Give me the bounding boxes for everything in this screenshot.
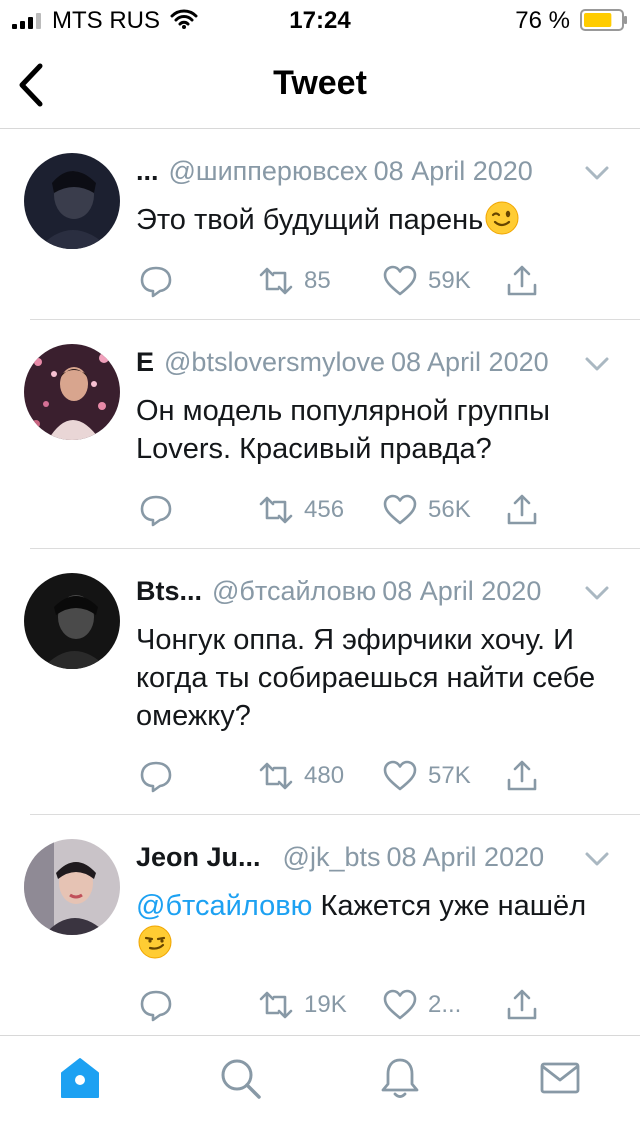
tweet-date: 08 April 2020 xyxy=(386,842,545,872)
share-button[interactable] xyxy=(504,261,540,301)
like-button[interactable]: 2... xyxy=(382,985,461,1025)
share-icon xyxy=(507,265,537,296)
user-handle[interactable]: @jk_bts xyxy=(283,842,381,872)
retweet-count: 85 xyxy=(304,267,331,294)
like-button[interactable]: 59K xyxy=(382,261,471,301)
like-count: 56K xyxy=(428,496,471,523)
heart-icon xyxy=(383,265,417,296)
status-bar: MTS RUS 17:24 76 % xyxy=(0,0,640,40)
tweet-header: Bts... @бтсайловю 08 April 2020 xyxy=(136,576,606,610)
retweet-button[interactable]: 480 xyxy=(258,756,344,796)
tweet-date: 08 April 2020 xyxy=(391,347,549,377)
tweet-text-body: Кажется уже нашёл xyxy=(320,890,587,922)
like-button[interactable]: 57K xyxy=(382,756,471,796)
tweet-actions: 456 56K xyxy=(136,490,556,530)
reply-icon xyxy=(140,495,172,527)
avatar[interactable] xyxy=(24,839,120,935)
reply-button[interactable] xyxy=(138,490,184,530)
tweet-text: Он модель популярной группы Lovers. Крас… xyxy=(136,395,550,465)
share-button[interactable] xyxy=(504,985,540,1025)
retweet-button[interactable]: 456 xyxy=(258,490,344,530)
retweet-icon xyxy=(259,991,293,1019)
winking-face-emoji-icon xyxy=(485,201,519,235)
smirking-face-emoji-icon xyxy=(138,925,172,959)
nav-header: Tweet xyxy=(0,40,640,129)
display-name[interactable]: E xyxy=(136,347,154,377)
tweet-item[interactable]: Bts... @бтсайловю 08 April 2020 Чонгук опп… xyxy=(0,549,640,815)
like-count: 57K xyxy=(428,762,471,789)
tweet-text-body: Это твой будущий парень xyxy=(136,204,484,236)
tweet-actions: 19K 2... xyxy=(136,985,556,1025)
share-icon xyxy=(507,494,537,525)
like-count: 59K xyxy=(428,267,471,294)
notifications-bell-icon[interactable] xyxy=(378,1056,422,1100)
tweet-header: E @btsloversmylove 08 April 2020 xyxy=(136,347,606,381)
tweet-actions: 85 59K xyxy=(136,261,556,301)
mention-link[interactable]: @бтсайловю xyxy=(136,890,312,922)
messages-envelope-icon[interactable] xyxy=(538,1056,582,1100)
heart-icon xyxy=(383,494,417,525)
home-icon[interactable] xyxy=(58,1056,102,1100)
tab-bar xyxy=(0,1035,640,1136)
heart-icon xyxy=(383,989,417,1020)
reply-icon xyxy=(140,761,172,793)
display-name[interactable]: Bts... xyxy=(136,576,202,606)
like-count: 2... xyxy=(428,991,462,1018)
tweet-date: 08 April 2020 xyxy=(373,156,533,186)
avatar[interactable] xyxy=(24,573,120,669)
reply-icon xyxy=(140,266,172,298)
display-name[interactable]: ... xyxy=(136,156,159,186)
avatar[interactable] xyxy=(24,153,120,249)
like-button[interactable]: 56K xyxy=(382,490,471,530)
retweet-button[interactable]: 85 xyxy=(258,261,331,301)
share-button[interactable] xyxy=(504,756,540,796)
chevron-down-icon[interactable] xyxy=(584,356,610,372)
tweet-text: @бтсайловю Кажется уже нашёл xyxy=(136,887,620,963)
battery-percent: 76 % xyxy=(515,7,570,34)
search-icon[interactable] xyxy=(218,1056,262,1100)
retweet-icon xyxy=(259,496,293,524)
chevron-down-icon[interactable] xyxy=(584,851,610,867)
retweet-button[interactable]: 19K xyxy=(258,985,347,1025)
share-icon xyxy=(507,989,537,1020)
share-button[interactable] xyxy=(504,490,540,530)
tweet-text: Чонгук оппа. Я эфирчики хочу. И когда ты… xyxy=(136,624,596,732)
tweet-header: ... @шипперювсех 08 April 2020 xyxy=(136,156,606,190)
retweet-count: 19K xyxy=(304,991,347,1018)
chevron-down-icon[interactable] xyxy=(584,165,610,181)
reply-button[interactable] xyxy=(138,756,184,796)
tweet-item[interactable]: Jeon Ju... @jk_bts 08 April 2020 @бтсайлов… xyxy=(0,815,640,1035)
battery-icon xyxy=(580,9,627,31)
tweet-header: Jeon Ju... @jk_bts 08 April 2020 xyxy=(136,842,606,876)
tweet-actions: 480 57K xyxy=(136,756,556,796)
reply-button[interactable] xyxy=(138,261,184,301)
heart-icon xyxy=(383,760,417,791)
retweet-count: 480 xyxy=(304,762,345,789)
reply-icon xyxy=(140,990,172,1022)
avatar[interactable] xyxy=(24,344,120,440)
share-icon xyxy=(507,760,537,791)
tweet-item[interactable]: E @btsloversmylove 08 April 2020 Он модель… xyxy=(0,320,640,549)
chevron-down-icon[interactable] xyxy=(584,585,610,601)
user-handle[interactable]: @бтсайловю xyxy=(212,576,376,606)
page-title: Tweet xyxy=(273,64,367,102)
tweet-date: 08 April 2020 xyxy=(382,576,542,606)
retweet-icon xyxy=(259,762,293,790)
reply-button[interactable] xyxy=(138,985,184,1025)
user-handle[interactable]: @btsloversmylove xyxy=(164,347,385,377)
tweet-item[interactable]: ... @шипперювсех 08 April 2020 Это твой бу… xyxy=(0,130,640,320)
retweet-count: 456 xyxy=(304,496,345,523)
retweet-icon xyxy=(259,267,293,295)
display-name[interactable]: Jeon Ju... xyxy=(136,842,261,872)
tweet-text: Это твой будущий парень xyxy=(136,201,620,239)
user-handle[interactable]: @шипперювсех xyxy=(169,156,368,186)
